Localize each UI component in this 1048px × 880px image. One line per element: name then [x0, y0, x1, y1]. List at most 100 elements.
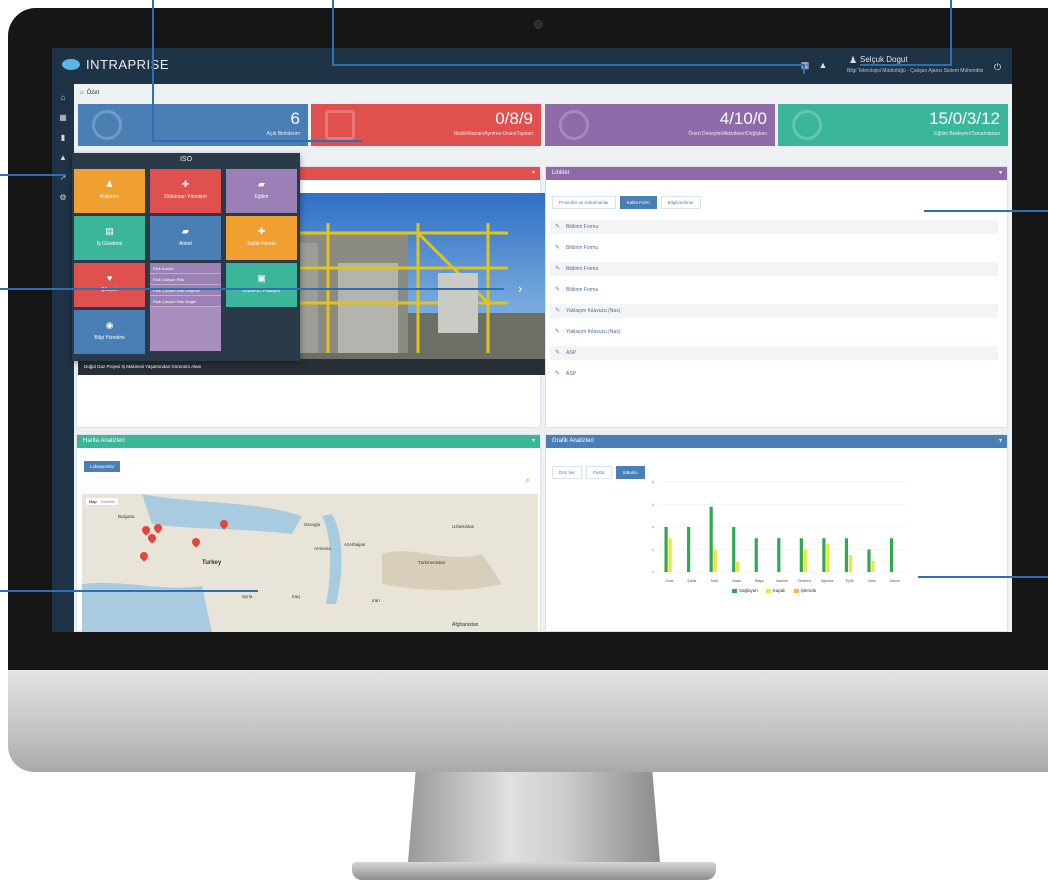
- power-icon[interactable]: ⏻: [994, 62, 1001, 73]
- bookmark-icon[interactable]: ▮: [57, 132, 69, 144]
- map-panel-header: Harita Analizleri ▾: [77, 435, 540, 448]
- chevron-down-icon[interactable]: ▾: [999, 167, 1002, 180]
- callout-line: [0, 590, 258, 592]
- legend-item[interactable]: Kapalı: [765, 588, 786, 593]
- bar-saglayan[interactable]: [709, 506, 713, 572]
- bar-saglayan[interactable]: [867, 549, 871, 573]
- link-icon: ✎: [555, 266, 561, 272]
- callout-line: [860, 64, 952, 66]
- tile-documents[interactable]: ✚ Döküman Yönetimi: [150, 169, 221, 213]
- locations-button[interactable]: Lokasyonlar: [84, 461, 121, 472]
- stat-label: Açık Birimlerim: [266, 131, 300, 137]
- callout-line: [803, 64, 805, 74]
- x-tick-label: Şubat: [687, 579, 696, 583]
- link-item[interactable]: ✎ Yaklaşım Kılavuzu (Nas): [550, 325, 998, 339]
- link-item[interactable]: ✎ Bildirim Formu: [550, 220, 998, 234]
- bar-kapali[interactable]: [668, 538, 672, 572]
- tile-label: Bilgi Yönetimi: [94, 335, 125, 341]
- legend-item[interactable]: İşlemde: [793, 588, 816, 593]
- bar-kapali[interactable]: [871, 560, 875, 572]
- graduation-icon: ▰: [182, 226, 189, 236]
- map-label: Turkmenistan: [418, 560, 446, 565]
- home-icon[interactable]: ⌂: [57, 92, 69, 104]
- bar-saglayan[interactable]: [822, 538, 826, 572]
- bar-saglayan[interactable]: [777, 538, 781, 572]
- link-item[interactable]: ✎ Bildirim Formu: [550, 262, 998, 276]
- risk-list-item[interactable]: Risk Çalışan Risk Dağılımı: [150, 285, 221, 296]
- map-panel-title: Harita Analizleri: [83, 438, 125, 444]
- chevron-down-icon[interactable]: ▾: [532, 435, 535, 448]
- stage: INTRAPRISE ▦ ▲ ♟ Selçuk Dogut Bilgi Tekn…: [0, 0, 1048, 880]
- risk-list-item[interactable]: Risk Çalışan Risk Değer: [150, 296, 221, 307]
- tab-quality-form[interactable]: Kalite Form: [619, 196, 657, 209]
- bar-kapali[interactable]: [803, 549, 807, 573]
- bar-saglayan[interactable]: [732, 527, 736, 572]
- x-tick-label: Kasım: [890, 579, 900, 583]
- risk-list-item[interactable]: Risk Çalışan Risk: [150, 274, 221, 285]
- bar-saglayan[interactable]: [664, 527, 668, 572]
- tile-knowledge[interactable]: ◉ Bilgi Yönetimi: [74, 310, 145, 354]
- tab-pie[interactable]: Pasta: [586, 466, 612, 479]
- bar-kapali[interactable]: [848, 555, 853, 572]
- user-icon[interactable]: ▲: [57, 152, 69, 164]
- chevron-down-icon[interactable]: ▾: [999, 435, 1002, 448]
- callout-line: [332, 0, 334, 66]
- map-label: Uzbekistan: [452, 524, 475, 529]
- link-item[interactable]: ✎ Bildirim Formu: [550, 241, 998, 255]
- stat-tile-suggestions[interactable]: 4/10/0 Öneri Deneyim/Aktiviteler/Değişke…: [545, 104, 775, 146]
- chevron-down-icon[interactable]: ▾: [532, 167, 535, 180]
- tab-information[interactable]: Bilgilendirme: [660, 196, 701, 209]
- bar-kapali[interactable]: [826, 543, 830, 572]
- plus-icon: ✚: [181, 179, 190, 189]
- map-label: Iran: [372, 598, 380, 603]
- settings-icon[interactable]: ⚙: [57, 192, 69, 204]
- link-item[interactable]: ✎ Yaklaşım Kılavuzu (Nas): [550, 304, 998, 318]
- tile-complaint[interactable]: ♥ Şikayet: [74, 263, 145, 307]
- tab-procedures[interactable]: Prosedür ve Dokümanlar: [552, 196, 616, 209]
- logo-icon: [62, 59, 80, 70]
- stat-tile-training[interactable]: 15/0/3/12 Eğitim Bekleyen/Tamamlanan: [778, 104, 1008, 146]
- monitor-stand-neck: [408, 772, 660, 862]
- link-item[interactable]: ✎ ASP: [550, 367, 998, 381]
- tab-line[interactable]: Düz Ver: [552, 466, 583, 479]
- tile-agenda[interactable]: ▤ İş Gündemi: [74, 216, 145, 260]
- chart-tabs: Düz Ver Pasta Sütunlu: [552, 466, 645, 479]
- iso-menu-title: ISO: [179, 156, 193, 163]
- map[interactable]: Map Satellite Bulgaria Georgia Turkey Tu…: [82, 494, 538, 632]
- chart-panel-header: Grafik Analizleri ▾: [546, 435, 1007, 448]
- callout-line: [950, 0, 952, 66]
- bar-saglayan[interactable]: [844, 538, 849, 572]
- tile-corrective-action[interactable]: ▣ Düzeltici Faaliyet: [226, 263, 297, 307]
- map-terrain: [82, 494, 538, 632]
- map-type-map[interactable]: Map: [89, 499, 97, 504]
- bell-icon[interactable]: ▲: [818, 60, 828, 70]
- stat-value: 4/10/0: [719, 109, 767, 128]
- bar-kapali[interactable]: [713, 549, 717, 573]
- breadcrumb-home[interactable]: Özet: [87, 90, 100, 96]
- grid-icon[interactable]: ▦: [57, 112, 69, 124]
- eye-icon: ◉: [105, 320, 114, 330]
- link-item[interactable]: ✎ Bildirim Formu: [550, 283, 998, 297]
- bar-kapali[interactable]: [736, 561, 740, 572]
- search-icon[interactable]: ⌕: [526, 478, 529, 485]
- monitor-chin: [8, 670, 1048, 772]
- user-name[interactable]: Selçuk Dogut: [860, 55, 908, 64]
- bar-saglayan[interactable]: [754, 538, 758, 572]
- link-icon: ✎: [555, 350, 561, 356]
- tab-column[interactable]: Sütunlu: [615, 466, 645, 479]
- bar-saglayan[interactable]: [687, 527, 691, 572]
- bar-saglayan[interactable]: [799, 538, 803, 572]
- chart-legend: Sağlayan Kapalı İşlemde: [732, 588, 816, 593]
- map-label: Armenia: [314, 546, 331, 551]
- tile-user[interactable]: ♟ Kullanıcı: [74, 169, 145, 213]
- tile-quality-form[interactable]: ✚ Kalite Formu: [226, 216, 297, 260]
- bar-saglayan[interactable]: [889, 538, 894, 572]
- tile-survey[interactable]: ▰ Anket: [150, 216, 221, 260]
- home-icon[interactable]: ⌂: [80, 90, 84, 96]
- map-type-satellite[interactable]: Satellite: [101, 499, 115, 504]
- tile-training[interactable]: ▰ Eğitim: [226, 169, 297, 213]
- callout-line: [0, 174, 66, 176]
- link-label: Yaklaşım Kılavuzu (Nas): [566, 308, 621, 314]
- link-item[interactable]: ✎ ASP: [550, 346, 998, 360]
- legend-item[interactable]: Sağlayan: [732, 588, 758, 593]
